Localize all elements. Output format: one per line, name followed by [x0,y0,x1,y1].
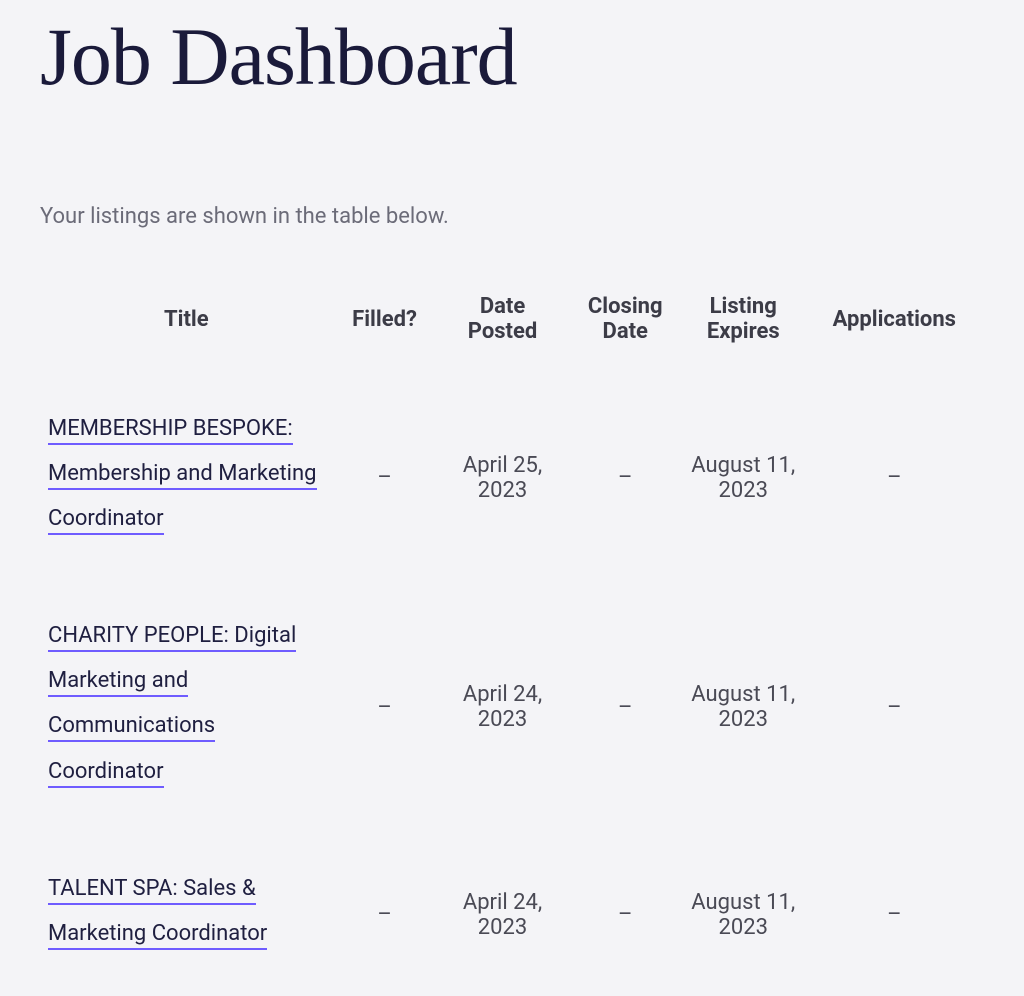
cell-listing-expires: August 11, 2023 [682,374,805,581]
cell-closing-date: – [569,374,682,581]
cell-filled: – [333,581,437,833]
cell-filled: – [333,374,437,581]
intro-text: Your listings are shown in the table bel… [40,204,984,229]
page-title: Job Dashboard [40,10,984,104]
col-header-filled: Filled? [333,284,437,374]
cell-date-posted: April 24, 2023 [436,834,568,996]
cell-closing-date: – [569,834,682,996]
cell-date-posted: April 24, 2023 [436,581,568,833]
cell-title: CHARITY PEOPLE: Digital Marketing and Co… [40,581,333,833]
cell-closing-date: – [569,581,682,833]
cell-filled: – [333,834,437,996]
job-title-link[interactable]: TALENT SPA: Sales & Marketing Coordinato… [48,876,267,950]
table-row: TALENT SPA: Sales & Marketing Coordinato… [40,834,984,996]
cell-title: TALENT SPA: Sales & Marketing Coordinato… [40,834,333,996]
col-header-applications: Applications [805,284,984,374]
table-row: CHARITY PEOPLE: Digital Marketing and Co… [40,581,984,833]
col-header-date-posted: Date Posted [436,284,568,374]
table-header-row: Title Filled? Date Posted Closing Date L… [40,284,984,374]
cell-date-posted: April 25, 2023 [436,374,568,581]
col-header-listing-expires: Listing Expires [682,284,805,374]
table-row: MEMBERSHIP BESPOKE: Membership and Marke… [40,374,984,581]
cell-applications: – [805,374,984,581]
jobs-table: Title Filled? Date Posted Closing Date L… [40,284,984,996]
cell-applications: – [805,834,984,996]
job-title-link[interactable]: MEMBERSHIP BESPOKE: Membership and Marke… [48,416,317,535]
col-header-title: Title [40,284,333,374]
job-title-link[interactable]: CHARITY PEOPLE: Digital Marketing and Co… [48,623,296,787]
cell-listing-expires: August 11, 2023 [682,581,805,833]
col-header-closing-date: Closing Date [569,284,682,374]
cell-applications: – [805,581,984,833]
cell-listing-expires: August 11, 2023 [682,834,805,996]
cell-title: MEMBERSHIP BESPOKE: Membership and Marke… [40,374,333,581]
